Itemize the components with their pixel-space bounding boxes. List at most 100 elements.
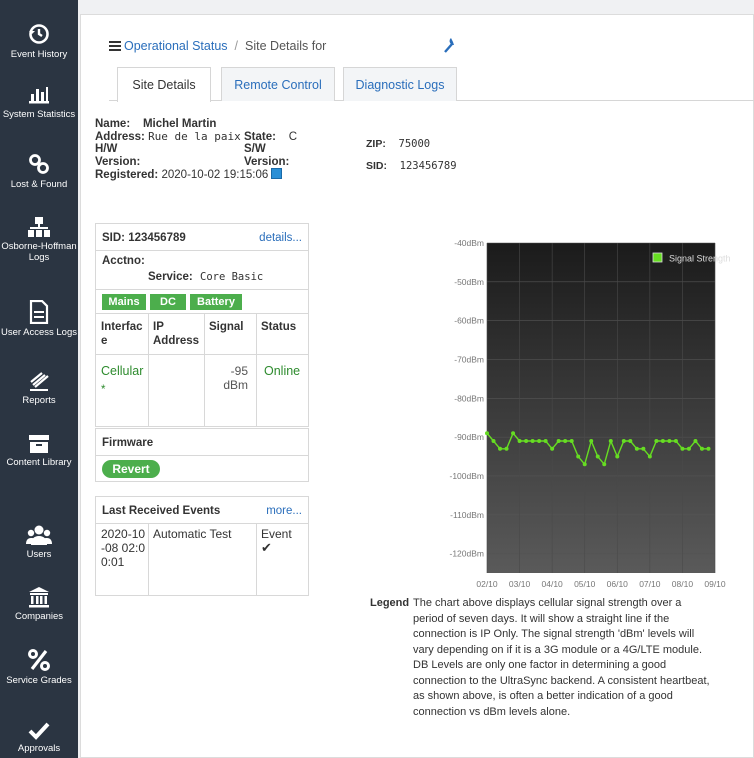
divider — [96, 354, 308, 355]
x-tick-label: 02/10 — [476, 579, 498, 589]
x-tick-label: 05/10 — [574, 579, 596, 589]
y-tick-label: -60dBm — [454, 316, 484, 326]
details-link[interactable]: details... — [259, 231, 302, 245]
data-point — [563, 439, 568, 443]
sidebar-item-label: Event History — [10, 49, 68, 60]
data-point — [511, 431, 516, 436]
legend-description: The chart above displays cellular signal… — [413, 596, 713, 720]
y-tick-label: -50dBm — [454, 277, 484, 287]
events-box: Last Received Events more... 2020-10-08 … — [95, 496, 309, 596]
hw-label: H/W — [95, 143, 118, 155]
y-tick-label: -110dBm — [450, 510, 484, 520]
sw-label: S/W — [244, 143, 266, 155]
site-info-right: ZIP: 75000 SID: 123456789 — [366, 133, 457, 177]
data-point — [673, 439, 678, 443]
data-point — [667, 439, 672, 443]
data-point — [621, 439, 626, 443]
data-point — [680, 446, 685, 451]
sidebar-item-reports[interactable]: Reports — [0, 368, 78, 406]
sidebar-item-osborne-hoffman-logs[interactable]: Osborne-Hoffman Logs — [0, 216, 78, 263]
sidebar-item-companies[interactable]: Companies — [0, 586, 78, 622]
sidebar-item-system-statistics[interactable]: System Statistics — [0, 84, 78, 120]
divider — [96, 455, 308, 456]
acctno-label: Acctno: — [102, 255, 145, 267]
data-point — [641, 446, 646, 451]
data-point — [569, 439, 574, 443]
tab-remote-control[interactable]: Remote Control — [221, 67, 335, 101]
mains-badge: Mains — [102, 294, 146, 310]
y-tick-label: -120dBm — [450, 549, 485, 559]
sidebar-item-approvals[interactable]: Approvals — [0, 722, 78, 754]
list-icon — [109, 41, 121, 51]
legend-series-name: Signal Strength — [669, 254, 731, 264]
column-divider — [148, 313, 149, 427]
data-point — [517, 439, 522, 443]
data-point — [699, 446, 704, 451]
tab-diagnostic-logs[interactable]: Diagnostic Logs — [343, 67, 457, 101]
sidebar-item-service-grades[interactable]: Service Grades — [0, 648, 78, 686]
document-icon — [29, 300, 49, 324]
plot-area — [487, 243, 715, 573]
sid-box: SID: 123456789 details... Acctno: Servic… — [95, 223, 309, 427]
sidebar-item-content-library[interactable]: Content Library — [0, 434, 78, 468]
reports-icon — [30, 372, 49, 391]
sidebar-item-users[interactable]: Users — [0, 524, 78, 560]
data-point — [615, 454, 620, 459]
address-value: Rue de la paix — [148, 129, 241, 143]
sidebar-item-event-history[interactable]: Event History — [0, 22, 78, 60]
data-point — [660, 439, 665, 443]
signal-value: -95 — [230, 364, 248, 378]
x-tick-label: 07/10 — [639, 579, 661, 589]
data-point — [530, 439, 535, 443]
data-point — [686, 446, 691, 451]
legend-line: connection is IP Only. The signal streng… — [413, 628, 695, 640]
hw-version-label: Version: — [95, 155, 141, 168]
state-value: C — [288, 130, 298, 143]
sid-box-title: SID: 123456789 — [102, 232, 186, 244]
column-header-signal: Signal — [209, 321, 244, 333]
x-tick-label: 06/10 — [607, 579, 629, 589]
sidebar-item-user-access-logs[interactable]: User Access Logs — [0, 300, 78, 338]
sidebar-item-label: Users — [26, 549, 52, 560]
data-point — [582, 462, 587, 467]
revert-button[interactable]: Revert — [102, 460, 160, 478]
event-type: Event — [261, 527, 292, 541]
data-point — [706, 446, 711, 451]
data-point — [608, 439, 613, 443]
breadcrumb-operational-status-link[interactable]: Operational Status — [124, 39, 228, 53]
data-point — [693, 439, 698, 443]
percent-icon — [28, 649, 50, 671]
interface-value: Cellular — [101, 364, 144, 378]
sidebar-item-label: Lost & Found — [10, 179, 68, 190]
sw-version-label: Version: — [244, 155, 290, 168]
bank-icon — [29, 587, 49, 608]
wrench-icon[interactable] — [443, 37, 457, 53]
registered-label: Registered: — [95, 169, 159, 181]
dc-badge: DC — [150, 294, 186, 310]
y-tick-label: -100dBm — [450, 471, 485, 481]
tab-site-details[interactable]: Site Details — [117, 67, 211, 102]
sidebar-item-label: Reports — [22, 395, 56, 406]
data-point — [504, 446, 509, 451]
sidebar-item-label: System Statistics — [2, 109, 76, 120]
firmware-box: Firmware Revert — [95, 428, 309, 482]
legend-line: DB Levels are only one factor in determi… — [413, 659, 667, 671]
history-icon — [29, 24, 49, 44]
battery-badge: Battery — [190, 294, 242, 310]
data-point — [602, 462, 607, 467]
check-icon — [28, 722, 50, 740]
sidebar-item-lost-found[interactable]: Lost & Found — [0, 152, 78, 190]
data-point — [491, 439, 496, 443]
divider — [96, 313, 308, 314]
divider — [96, 523, 308, 524]
calendar-icon[interactable] — [271, 168, 283, 179]
x-tick-label: 08/10 — [672, 579, 694, 589]
divider — [96, 250, 308, 251]
name-value: Michel Martin — [142, 118, 217, 130]
service-value: Core Basic — [200, 271, 264, 283]
more-link[interactable]: more... — [266, 504, 302, 518]
users-icon — [26, 525, 52, 545]
address-label: Address: — [95, 130, 145, 143]
archive-icon — [29, 435, 49, 453]
service-label: Service: — [148, 271, 193, 283]
